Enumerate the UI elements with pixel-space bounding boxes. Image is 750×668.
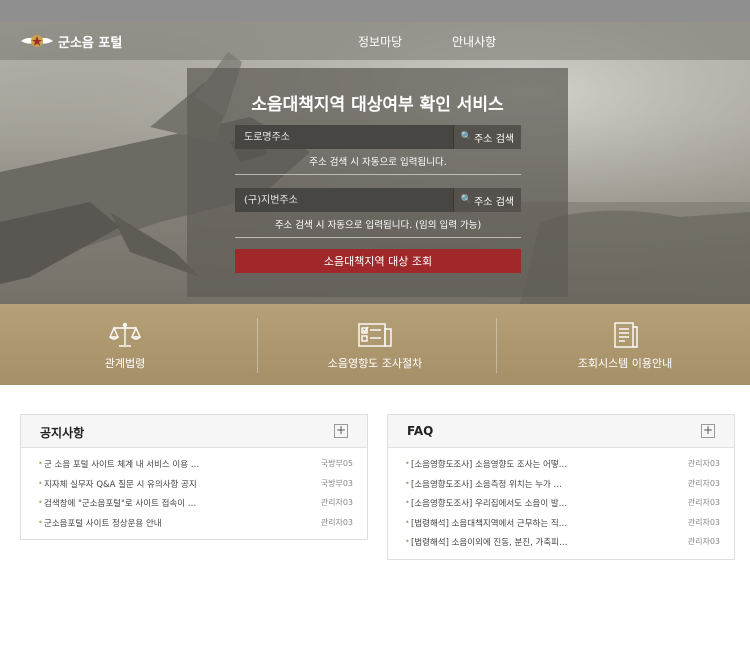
- divider: [496, 318, 497, 373]
- faq-title: FAQ: [407, 424, 434, 438]
- notice-list: • 군 소음 포털 사이트 체계 내 서비스 이용 … 국방부05 • 지자체 실무자…: [21, 456, 367, 534]
- bullet-icon: •: [405, 498, 410, 507]
- jibun-address-row: 🔍 주소 검색: [235, 188, 521, 212]
- scales-icon: [108, 322, 142, 347]
- bullet-icon: •: [38, 478, 43, 488]
- faq-more-button[interactable]: +: [701, 424, 715, 438]
- road-address-input[interactable]: [235, 125, 453, 149]
- list-item-writer: 국방부03: [320, 478, 353, 488]
- jibun-address-search-button[interactable]: 🔍 주소 검색: [453, 188, 521, 212]
- quick-links: 관계법령 소음영향도 조사절차 조회시스템 이용안내: [0, 304, 750, 385]
- list-item-title: 검색창에 "군소음포털"로 사이트 접속이 …: [44, 499, 197, 509]
- list-item-title: 군 소음 포털 사이트 체계 내 서비스 이용 …: [44, 460, 200, 470]
- search-title: 소음대책지역 대상여부 확인 서비스: [251, 95, 504, 115]
- jibun-address-hint: 주소 검색 시 자동으로 입력됩니다. (임의 입력 가능): [235, 217, 521, 238]
- faq-board-header: FAQ +: [388, 415, 734, 448]
- list-item-writer: 관리자03: [687, 459, 720, 468]
- noise-area-lookup-button[interactable]: 소음대책지역 대상 조회: [235, 249, 521, 273]
- logo-text: 군소음 포털: [58, 35, 123, 51]
- notice-board: 공지사항 + • 군 소음 포털 사이트 체계 내 서비스 이용 … 국방부05 •…: [20, 414, 368, 540]
- military-emblem-icon: [21, 35, 53, 47]
- list-item[interactable]: • 지자체 실무자 Q&A 질문 시 유의사항 공지 국방부03: [21, 476, 367, 496]
- list-item[interactable]: • 군 소음 포털 사이트 체계 내 서비스 이용 … 국방부05: [21, 456, 367, 476]
- road-address-row: 🔍 주소 검색: [235, 125, 521, 149]
- search-icon: 🔍: [460, 195, 473, 205]
- road-address-search-button[interactable]: 🔍 주소 검색: [453, 125, 521, 149]
- search-icon: 🔍: [460, 132, 473, 142]
- address-search-panel: 소음대책지역 대상여부 확인 서비스 🔍 주소 검색 주소 검색 시 자동으로 …: [187, 68, 568, 297]
- list-item[interactable]: • [법령해석] 소음이외에 진동, 분진, 가축피… 관리자03: [388, 534, 734, 554]
- checklist-icon: [358, 323, 392, 347]
- list-item-title: [법령해석] 소음이외에 진동, 분진, 가축피…: [411, 538, 568, 548]
- quick-link-survey-procedure[interactable]: 소음영향도 조사절차: [250, 304, 500, 385]
- bullet-icon: •: [405, 459, 410, 468]
- list-item-title: [소음영향도조사] 우리집에서도 소음이 발…: [411, 499, 568, 509]
- list-item[interactable]: • [소음영향도조사] 소음영향도 조사는 어떻… 관리자03: [388, 456, 734, 476]
- bullet-icon: •: [405, 517, 410, 527]
- list-item[interactable]: • [소음영향도조사] 우리집에서도 소음이 발… 관리자03: [388, 495, 734, 515]
- bullet-icon: •: [38, 459, 43, 468]
- quick-link-system-guide[interactable]: 조회시스템 이용안내: [500, 304, 750, 385]
- list-item-writer: 관리자03: [320, 517, 353, 527]
- bullet-icon: •: [38, 517, 43, 527]
- list-item[interactable]: • 군소음포털 사이트 정상운용 안내 관리자03: [21, 515, 367, 535]
- bullet-icon: •: [38, 498, 43, 507]
- list-item[interactable]: • 검색창에 "군소음포털"로 사이트 접속이 … 관리자03: [21, 495, 367, 515]
- quick-link-label: 소음영향도 조사절차: [327, 357, 423, 370]
- search-button-label: 주소 검색: [474, 196, 515, 208]
- top-strip: [0, 0, 750, 22]
- search-button-label: 주소 검색: [474, 133, 515, 145]
- document-icon: [614, 322, 638, 348]
- top-navigation: 군소음 포털 정보마당 안내사항: [0, 22, 750, 60]
- menu-info[interactable]: 정보마당: [358, 33, 402, 50]
- faq-list: • [소음영향도조사] 소음영향도 조사는 어떻… 관리자03 • [소음영향도조사]…: [388, 456, 734, 554]
- list-item-title: 군소음포털 사이트 정상운용 안내: [44, 518, 162, 529]
- faq-board: FAQ + • [소음영향도조사] 소음영향도 조사는 어떻… 관리자03 • [소음…: [387, 414, 735, 560]
- quick-link-label: 조회시스템 이용안내: [577, 357, 673, 370]
- list-item[interactable]: • [법령해석] 소음대책지역에서 근무하는 직… 관리자03: [388, 515, 734, 535]
- quick-link-label: 관계법령: [104, 357, 146, 370]
- quick-link-laws[interactable]: 관계법령: [0, 304, 250, 385]
- menu-notice[interactable]: 안내사항: [452, 33, 496, 50]
- notice-board-header: 공지사항 +: [21, 415, 367, 448]
- list-item[interactable]: • [소음영향도조사] 소음측정 위치는 누가 … 관리자03: [388, 476, 734, 496]
- notice-title: 공지사항: [40, 426, 85, 440]
- list-item-writer: 관리자03: [687, 517, 720, 527]
- list-item-writer: 관리자03: [687, 498, 720, 507]
- jibun-address-input[interactable]: [235, 188, 453, 212]
- list-item-writer: 국방부05: [320, 459, 353, 468]
- list-item-writer: 관리자03: [320, 498, 353, 507]
- list-item-writer: 관리자03: [687, 478, 720, 488]
- bullet-icon: •: [405, 537, 410, 546]
- list-item-title: [법령해석] 소음대책지역에서 근무하는 직…: [411, 518, 568, 529]
- list-item-title: 지자체 실무자 Q&A 질문 시 유의사항 공지: [44, 479, 197, 490]
- notice-more-button[interactable]: +: [334, 424, 348, 438]
- road-address-hint: 주소 검색 시 자동으로 입력됩니다.: [235, 154, 521, 175]
- list-item-title: [소음영향도조사] 소음영향도 조사는 어떻…: [411, 460, 568, 470]
- list-item-title: [소음영향도조사] 소음측정 위치는 누가 …: [411, 479, 563, 490]
- home-logo[interactable]: 군소음 포털: [20, 29, 122, 53]
- bullet-icon: •: [405, 478, 410, 488]
- list-item-writer: 관리자03: [687, 537, 720, 546]
